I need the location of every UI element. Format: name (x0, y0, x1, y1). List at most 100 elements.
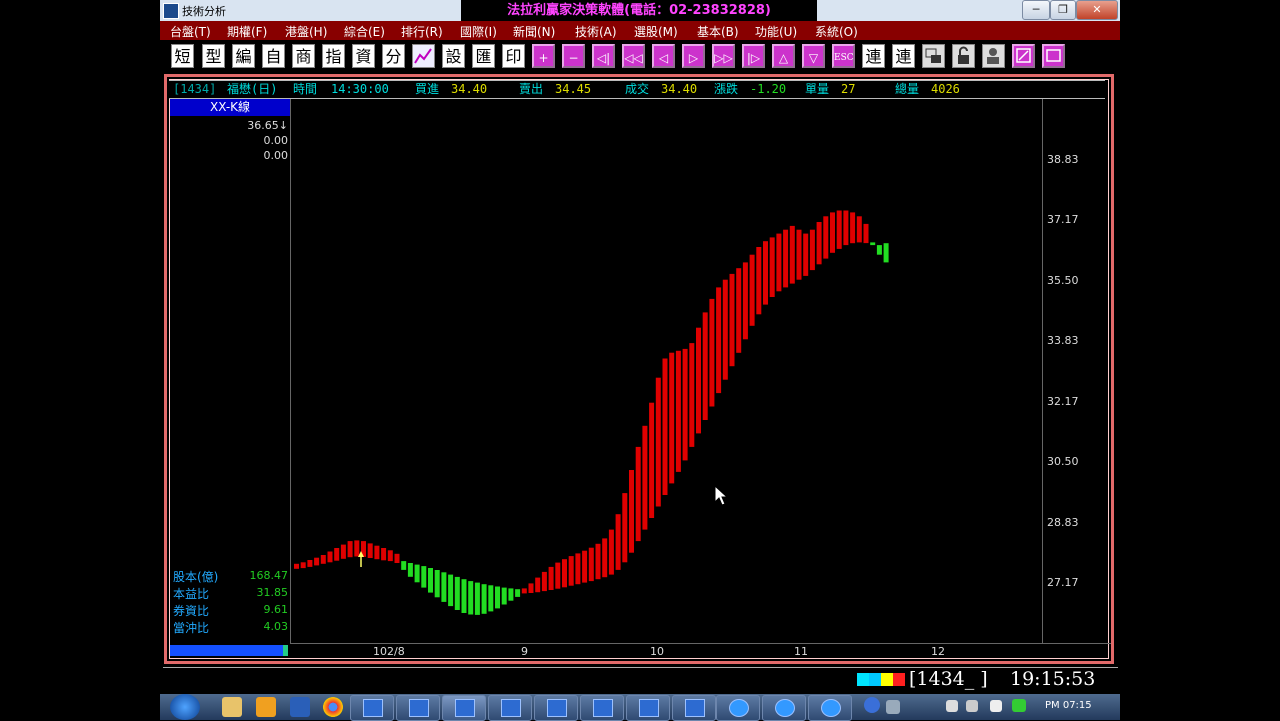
taskbar-app[interactable] (488, 695, 532, 721)
taskbar-app[interactable] (350, 695, 394, 721)
menu-function[interactable]: 功能(U) (755, 23, 797, 40)
help-icon[interactable] (864, 697, 880, 713)
edit-icon[interactable] (1012, 44, 1035, 68)
k-bar (428, 568, 433, 593)
scroll-thumb[interactable] (283, 645, 288, 656)
word-icon[interactable] (290, 697, 310, 717)
menu-stock-selection[interactable]: 選股(M) (634, 23, 678, 40)
taskbar-app[interactable] (534, 695, 578, 721)
ie-icon[interactable] (716, 695, 760, 721)
title-bar[interactable]: 技術分析 法拉利贏家決策軟體(電話：02-23832828) ─ ❐ ✕ (160, 0, 1120, 21)
page-back-icon[interactable]: ◁◁ (622, 44, 645, 68)
k-bar (675, 350, 681, 472)
toolbar-link2-button[interactable]: 連 (892, 44, 915, 68)
restore-button[interactable]: ❐ (1050, 0, 1076, 20)
toolbar-settings-button[interactable]: 設 (442, 44, 465, 68)
k-bar (850, 212, 856, 244)
indicator-value: 0.00 (263, 149, 289, 162)
taskbar-app[interactable] (672, 695, 716, 721)
menu-ranking[interactable]: 排行(R) (401, 23, 443, 40)
k-bar (876, 245, 882, 255)
window-icon[interactable] (1042, 44, 1065, 68)
toolbar-edit-button[interactable]: 編 (232, 44, 255, 68)
esc-icon[interactable]: ESC (832, 44, 855, 68)
k-bar (521, 588, 527, 594)
lock-icon[interactable] (952, 44, 975, 68)
volume-icon[interactable] (990, 700, 1002, 712)
k-bar (381, 548, 387, 561)
date-tick: 10 (650, 645, 664, 658)
k-bar (407, 563, 413, 577)
menu-fundamental[interactable]: 基本(B) (697, 23, 739, 40)
chart-scrollbar[interactable] (170, 645, 288, 656)
step-forward-icon[interactable]: ▷ (682, 44, 705, 68)
k-bar (528, 583, 534, 593)
taskbar-app[interactable] (580, 695, 624, 721)
last-page-icon[interactable]: |▷ (742, 44, 765, 68)
k-bar (843, 210, 849, 246)
k-bar (615, 514, 621, 570)
minimize-button[interactable]: ─ (1022, 0, 1050, 20)
taskbar-app-active[interactable] (442, 695, 486, 721)
close-button[interactable]: ✕ (1076, 0, 1118, 20)
menu-futures[interactable]: 期權(F) (227, 23, 267, 40)
chrome-icon[interactable] (323, 697, 343, 717)
zoom-out-icon[interactable]: − (562, 44, 585, 68)
zoom-in-icon[interactable]: + (532, 44, 555, 68)
candlestick-chart[interactable] (290, 99, 1042, 644)
price-tick: 32.17 (1047, 395, 1079, 408)
k-bar (642, 425, 648, 530)
menu-news[interactable]: 新聞(N) (513, 23, 555, 40)
toolbar-indicator-button[interactable]: 指 (322, 44, 345, 68)
taskbar-app[interactable] (396, 695, 440, 721)
toolbar-type-button[interactable]: 型 (202, 44, 225, 68)
down-arrow-icon[interactable]: ▽ (802, 44, 825, 68)
ie-icon[interactable] (808, 695, 852, 721)
menu-hongkong[interactable]: 港盤(H) (285, 23, 327, 40)
menu-system[interactable]: 系統(O) (815, 23, 858, 40)
k-bar (508, 588, 514, 601)
menu-taiwan[interactable]: 台盤(T) (170, 23, 211, 40)
up-arrow-icon[interactable]: △ (772, 44, 795, 68)
k-bar (401, 561, 407, 570)
menu-technical[interactable]: 技術(A) (575, 23, 617, 40)
chart-icon[interactable] (412, 44, 435, 68)
k-bar (307, 560, 313, 567)
window-tile-icon[interactable] (922, 44, 945, 68)
k-bar (595, 543, 601, 580)
toolbar-split-button[interactable]: 分 (382, 44, 405, 68)
k-bar (367, 543, 373, 558)
time-label: 時間 (293, 82, 318, 96)
menu-international[interactable]: 國際(I) (460, 23, 497, 40)
stock-code-input[interactable]: [1434_ ] (909, 668, 1009, 691)
toolbar-export-button[interactable]: 匯 (472, 44, 495, 68)
media-player-icon[interactable] (256, 697, 276, 717)
menu-composite[interactable]: 綜合(E) (344, 23, 385, 40)
first-page-icon[interactable]: ◁| (592, 44, 615, 68)
k-bar (568, 556, 574, 586)
taskbar-app[interactable] (626, 695, 670, 721)
toolbar-data-button[interactable]: 資 (352, 44, 375, 68)
toolbar-short-button[interactable]: 短 (171, 44, 194, 68)
k-bar (763, 241, 768, 305)
network-icon[interactable] (966, 700, 978, 712)
k-bar (629, 470, 634, 553)
flag-icon[interactable] (946, 700, 958, 712)
panel-title[interactable]: XX-K線 (170, 99, 290, 116)
toolbar-commodity-button[interactable]: 商 (292, 44, 315, 68)
folder-icon[interactable] (222, 697, 242, 717)
drive-icon[interactable] (1012, 699, 1026, 712)
tray-icon[interactable] (886, 700, 900, 714)
ie-icon[interactable] (762, 695, 806, 721)
k-bar (454, 576, 460, 610)
toolbar-custom-button[interactable]: 自 (262, 44, 285, 68)
stock-code: [1434] (173, 82, 217, 96)
page-forward-icon[interactable]: ▷▷ (712, 44, 735, 68)
user-icon[interactable] (982, 44, 1005, 68)
toolbar-print-button[interactable]: 印 (502, 44, 525, 68)
step-back-icon[interactable]: ◁ (652, 44, 675, 68)
k-bar (588, 547, 594, 582)
start-button[interactable] (170, 694, 200, 720)
toolbar-link-button[interactable]: 連 (862, 44, 885, 68)
taskbar-clock[interactable]: PM 07:15 (1045, 700, 1092, 711)
